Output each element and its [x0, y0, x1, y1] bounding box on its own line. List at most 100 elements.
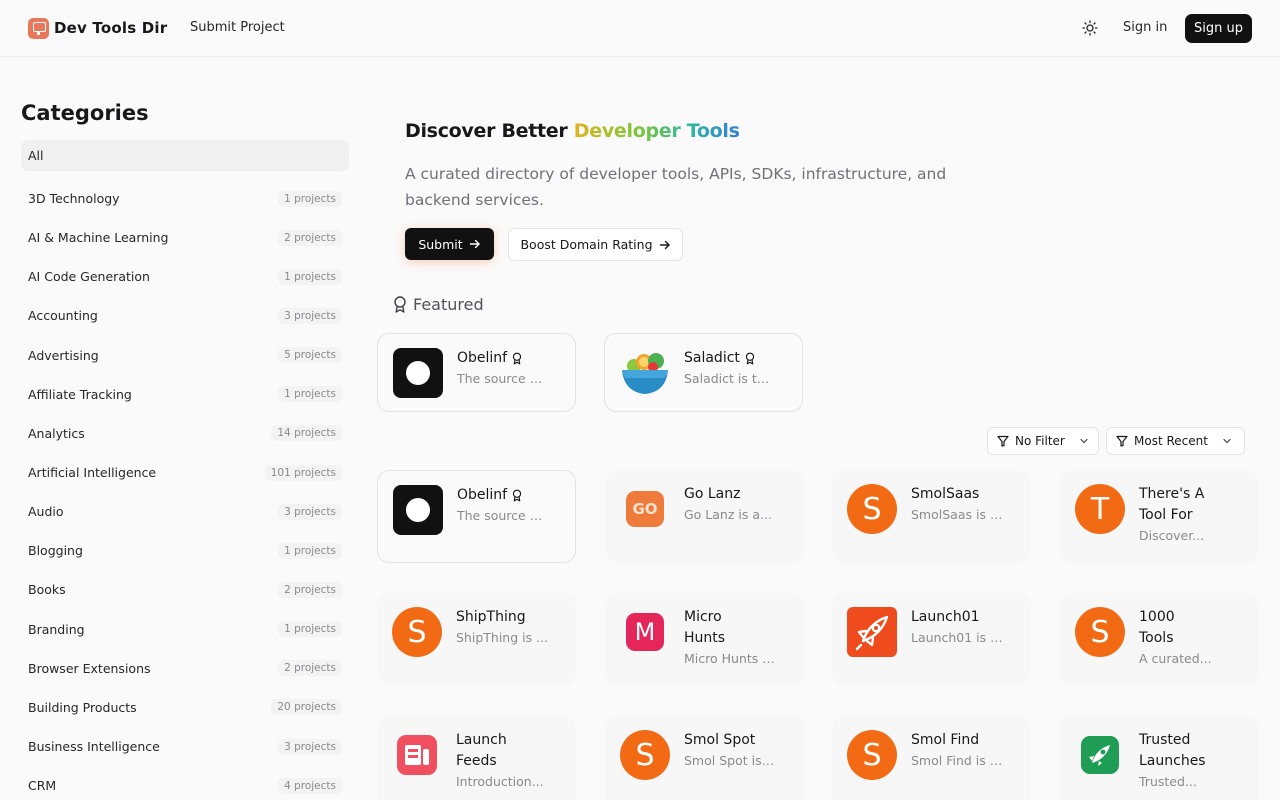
category-label: Analytics — [28, 425, 85, 441]
category-item[interactable]: CRM 4 projects — [21, 766, 349, 800]
category-item[interactable]: Analytics 14 projects — [21, 414, 349, 453]
rocket-icon — [847, 607, 897, 657]
categories-heading: Categories — [21, 101, 149, 125]
card-name: Micro Hunts — [684, 609, 726, 646]
project-card[interactable]: GO Go Lanz Go Lanz is a... — [605, 470, 804, 563]
card-name: Obelinf — [457, 348, 567, 369]
category-item[interactable]: Business Intelligence 3 projects — [21, 727, 349, 766]
filter-dropdown[interactable]: No Filter — [987, 427, 1099, 455]
submit-button[interactable]: Submit — [405, 228, 494, 260]
card-description: Launch01 is a... — [911, 630, 1003, 645]
hero-title-highlight: Developer Tools — [573, 120, 740, 142]
micro-hunts-logo-icon: M — [620, 607, 670, 657]
project-card[interactable]: Launch Feeds Introduction... — [377, 716, 576, 800]
filter-icon — [997, 435, 1009, 447]
card-description: Smol Spot is ... — [684, 753, 776, 768]
card-description: Discover... — [1139, 528, 1205, 543]
category-item[interactable]: AI Code Generation 1 projects — [21, 257, 349, 296]
project-card[interactable]: S Smol Find Smol Find is a... — [832, 716, 1031, 800]
category-label: Browser Extensions — [28, 660, 151, 676]
category-item[interactable]: Affiliate Tracking 1 projects — [21, 375, 349, 414]
category-label: AI & Machine Learning — [28, 230, 169, 246]
category-item[interactable]: Audio 3 projects — [21, 492, 349, 531]
chevron-down-icon — [1223, 438, 1231, 444]
sort-dropdown[interactable]: Most Recent — [1106, 427, 1245, 455]
featured-card[interactable]: Saladict Saladict is th... — [604, 333, 803, 412]
submit-button-label: Submit — [418, 236, 463, 252]
sun-icon[interactable] — [1080, 18, 1100, 38]
card-description: Micro Hunts i... — [684, 651, 776, 666]
project-card[interactable]: S SmolSaas SmolSaas is a... — [832, 470, 1031, 563]
project-card[interactable]: S 1000 Tools A curated... — [1060, 593, 1259, 686]
featured-label: Featured — [413, 295, 484, 314]
project-card[interactable]: Launch01 Launch01 is a... — [832, 593, 1031, 686]
obelinf-logo-icon — [393, 485, 443, 535]
theres-a-tool-logo-icon: T — [1075, 484, 1125, 534]
category-item[interactable]: AI & Machine Learning 2 projects — [21, 218, 349, 257]
project-card[interactable]: Obelinf The source o... — [377, 470, 576, 563]
chevron-down-icon — [1080, 438, 1088, 444]
category-label: Branding — [28, 621, 85, 637]
go-lanz-logo-text: GO — [626, 491, 664, 527]
category-item[interactable]: Accounting 3 projects — [21, 296, 349, 335]
project-card[interactable]: S ShipThing ShipThing is ... — [377, 593, 576, 686]
card-description: ShipThing is ... — [456, 630, 548, 645]
category-item-all[interactable]: All — [21, 140, 349, 171]
1000-tools-logo-icon: S — [1075, 607, 1125, 657]
project-card[interactable]: M Micro Hunts Micro Hunts i... — [605, 593, 804, 686]
category-count-badge: 1 projects — [278, 621, 342, 638]
category-count-badge: 2 projects — [278, 229, 342, 246]
category-item[interactable]: 3D Technology 1 projects — [21, 179, 349, 218]
sign-in-link[interactable]: Sign in — [1123, 20, 1167, 35]
project-card[interactable]: S Smol Spot Smol Spot is ... — [605, 716, 804, 800]
category-count-badge: 1 projects — [278, 542, 342, 559]
category-item[interactable]: Branding 1 projects — [21, 610, 349, 649]
smol-find-logo-icon: S — [847, 730, 897, 780]
category-item[interactable]: Books 2 projects — [21, 570, 349, 609]
salad-bowl-icon — [620, 348, 670, 398]
micro-hunts-logo-text: M — [626, 613, 664, 651]
category-label: 3D Technology — [28, 191, 120, 207]
card-description: A curated... — [1139, 651, 1212, 666]
sign-up-button[interactable]: Sign up — [1185, 14, 1252, 43]
category-item[interactable]: Browser Extensions 2 projects — [21, 649, 349, 688]
category-list: All 3D Technology 1 projects AI & Machine… — [21, 140, 349, 800]
category-label: Blogging — [28, 543, 83, 559]
card-description: Go Lanz is a... — [684, 507, 772, 522]
card-name-text: Saladict — [684, 350, 740, 366]
shipthing-logo-icon: S — [392, 607, 442, 657]
nav-submit-project-link[interactable]: Submit Project — [190, 20, 285, 35]
obelinf-logo-icon — [393, 348, 443, 398]
category-item[interactable]: Artificial Intelligence 101 projects — [21, 453, 349, 492]
category-count-badge: 101 projects — [264, 464, 342, 481]
project-card[interactable]: T There's A Tool For Discover... — [1060, 470, 1259, 563]
card-name: Obelinf — [457, 485, 567, 506]
category-count-badge: 2 projects — [278, 660, 342, 677]
boost-domain-rating-button[interactable]: Boost Domain Rating — [508, 228, 683, 261]
category-item[interactable]: Building Products 20 projects — [21, 688, 349, 727]
category-count-badge: 5 projects — [278, 347, 342, 364]
category-item[interactable]: Blogging 1 projects — [21, 531, 349, 570]
project-card[interactable]: Trusted Launches Trusted... — [1060, 716, 1259, 800]
card-description: SmolSaas is a... — [911, 507, 1003, 522]
card-name: Launch Feeds — [456, 732, 507, 769]
category-count-badge: 3 projects — [278, 738, 342, 755]
brand-link[interactable]: Dev Tools Dir — [28, 17, 167, 39]
category-count-badge: 3 projects — [278, 503, 342, 520]
launch-feeds-logo-icon — [392, 730, 442, 780]
hero-title: Discover Better Developer Tools — [405, 120, 740, 142]
card-name: SmolSaas — [911, 486, 980, 502]
card-description: Saladict is th... — [684, 371, 776, 386]
category-label: Accounting — [28, 308, 98, 324]
category-item[interactable]: Advertising 5 projects — [21, 336, 349, 375]
card-name: Smol Find — [911, 732, 980, 748]
featured-card[interactable]: Obelinf The source o... — [377, 333, 576, 412]
award-icon — [745, 352, 755, 365]
card-description: The source o... — [457, 508, 549, 523]
category-count-badge: 14 projects — [271, 425, 342, 442]
category-count-badge: 4 projects — [278, 777, 342, 794]
award-icon — [512, 352, 522, 365]
award-icon — [512, 489, 522, 502]
card-name: 1000 Tools — [1139, 609, 1175, 646]
go-lanz-logo-icon: GO — [620, 484, 670, 534]
